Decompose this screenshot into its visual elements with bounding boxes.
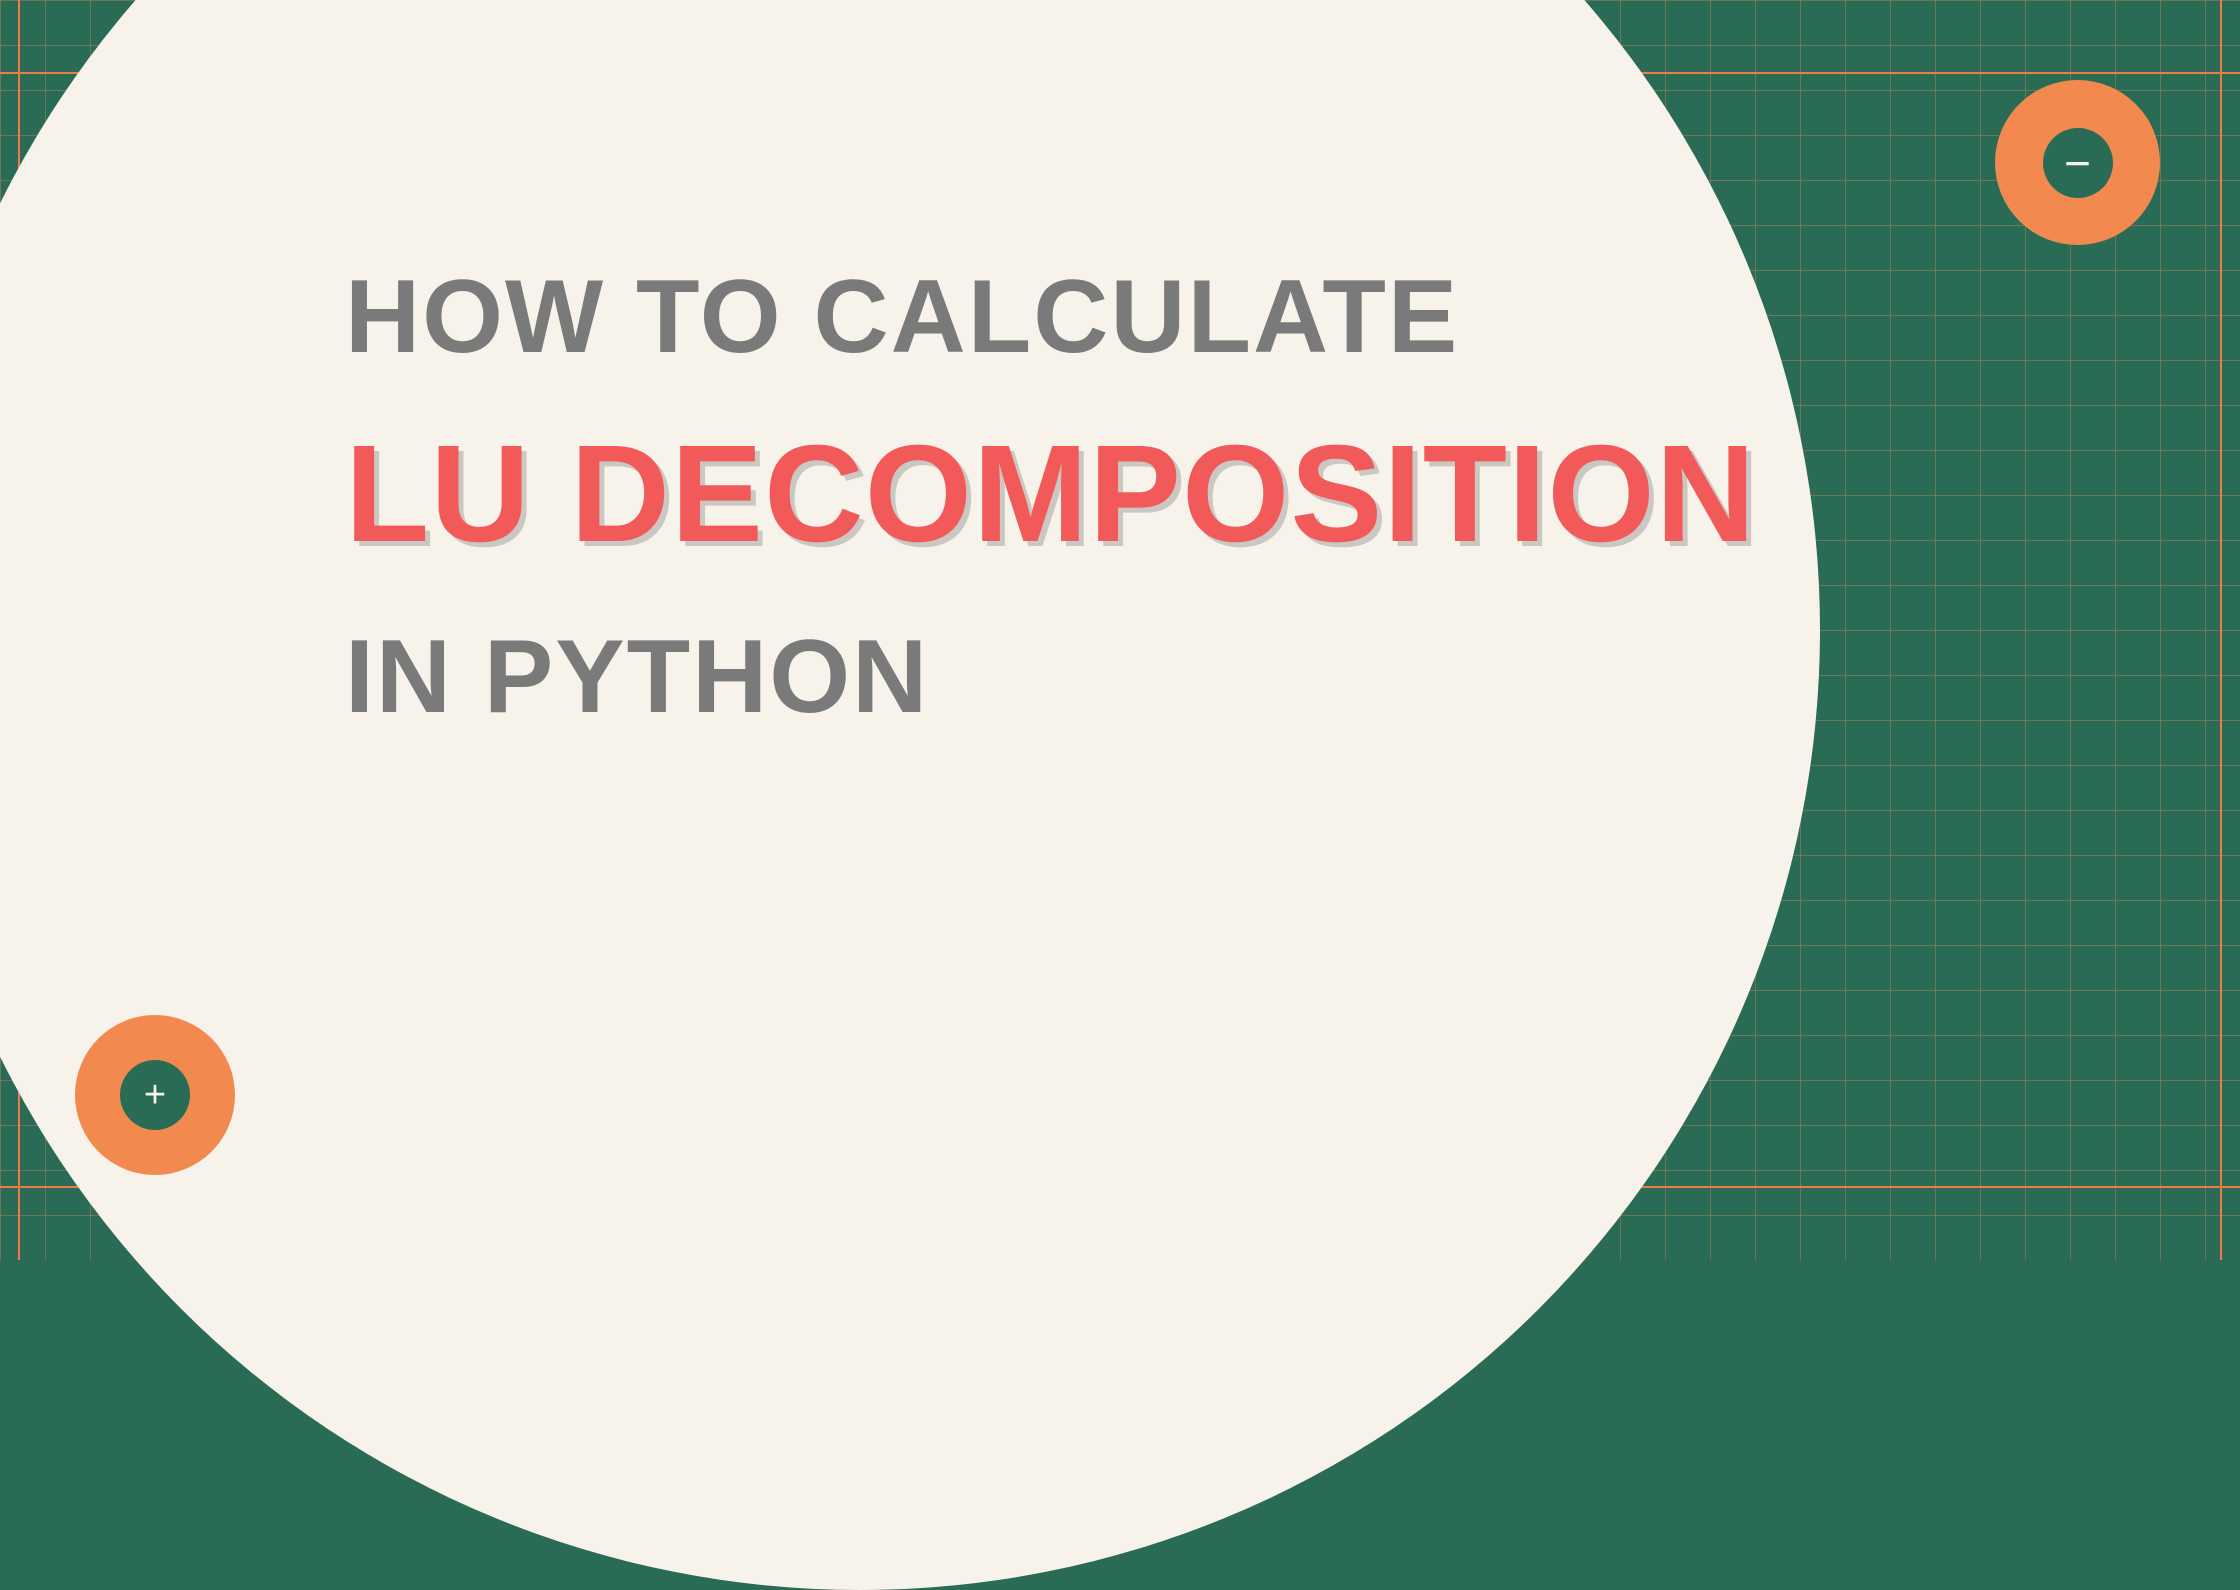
plus-ring-icon: + (75, 1015, 235, 1175)
frame-line-right (2220, 0, 2222, 1260)
minus-ring-icon: − (1995, 80, 2160, 245)
plus-symbol: + (120, 1060, 190, 1130)
headline-line-3: IN PYTHON (345, 625, 1945, 729)
headline-block: HOW TO CALCULATE LU DECOMPOSITION IN PYT… (345, 265, 1945, 729)
headline-line-1: HOW TO CALCULATE (345, 265, 1945, 369)
minus-symbol: − (2043, 128, 2113, 198)
headline-line-2: LU DECOMPOSITION (345, 424, 1945, 565)
cream-circle-backdrop (0, 0, 1820, 1590)
